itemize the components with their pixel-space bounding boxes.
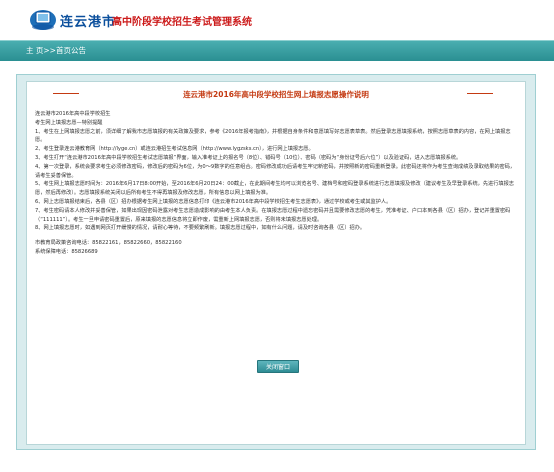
site-name: 连云港市 — [60, 15, 117, 30]
notice-item: 7、考生密码请本人修改并妥善保管，如果出现因密码泄露对考生志愿造成影响的由考生本… — [35, 207, 511, 223]
logo-icon — [30, 10, 56, 30]
intro-line: 连云港市2016年高中段学校招生 — [35, 111, 111, 117]
system-name: 高中阶段学校招生考试管理系统 — [112, 17, 252, 28]
intro-line: 考生网上填报志愿—特别提醒 — [35, 119, 103, 126]
notice-content: 连云港市2016年高中段学校招生 考生网上填报志愿—特别提醒 1、考生在上网填报… — [35, 110, 519, 257]
notice-title: 连云港市2016年高中段学校招生网上填报志愿操作说明 — [183, 90, 369, 99]
notice-panel: 连云港市2016年高中段学校招生网上填报志愿操作说明 连云港市2016年高中段学… — [16, 74, 536, 450]
notice-item: 6、网上志愿填报结束后，各县（区）招办根据考生网上填报的志愿信息打印《连云港市2… — [35, 198, 392, 205]
close-window-button[interactable]: 关闭窗口 — [257, 360, 299, 373]
notice-item: 4、第一次登录，系统会要求考生必须修改密码，修改后的密码为6位，为0～9数字的任… — [35, 163, 516, 179]
hotline-text: 市教育局政策咨询电话：85822161，85822660，85822160 — [35, 240, 182, 247]
notice-item: 3、考生打开“连云港市2016年高中段学校招生考试志愿填报”界面，输入准考证上的… — [35, 154, 462, 161]
notice-body: 连云港市2016年高中段学校招生网上填报志愿操作说明 连云港市2016年高中段学… — [26, 81, 526, 445]
maintenance-text: 系统保障电话：85826689 — [35, 248, 98, 255]
notice-item: 2、考生登录连云港教育网（http://lyge.cn）或连云港招生考试信息网（… — [35, 146, 314, 153]
breadcrumb[interactable]: 主 页>>首页公告 — [26, 45, 86, 56]
notice-item: 8、网上填报志愿时，如遇到网页打开缓慢的情况，请耐心等待，不要频繁刷新。填报志愿… — [35, 225, 366, 232]
notice-item: 1、考生在上网填报志愿之前，须详细了解我市志愿填报的有关政策及要求，参考《201… — [35, 128, 511, 144]
notice-item: 5、考生网上填报志愿时间为：2016年6月17日8:00开始，至2016年6月2… — [35, 181, 514, 197]
header: 连云港市 高中阶段学校招生考试管理系统 — [0, 0, 554, 36]
